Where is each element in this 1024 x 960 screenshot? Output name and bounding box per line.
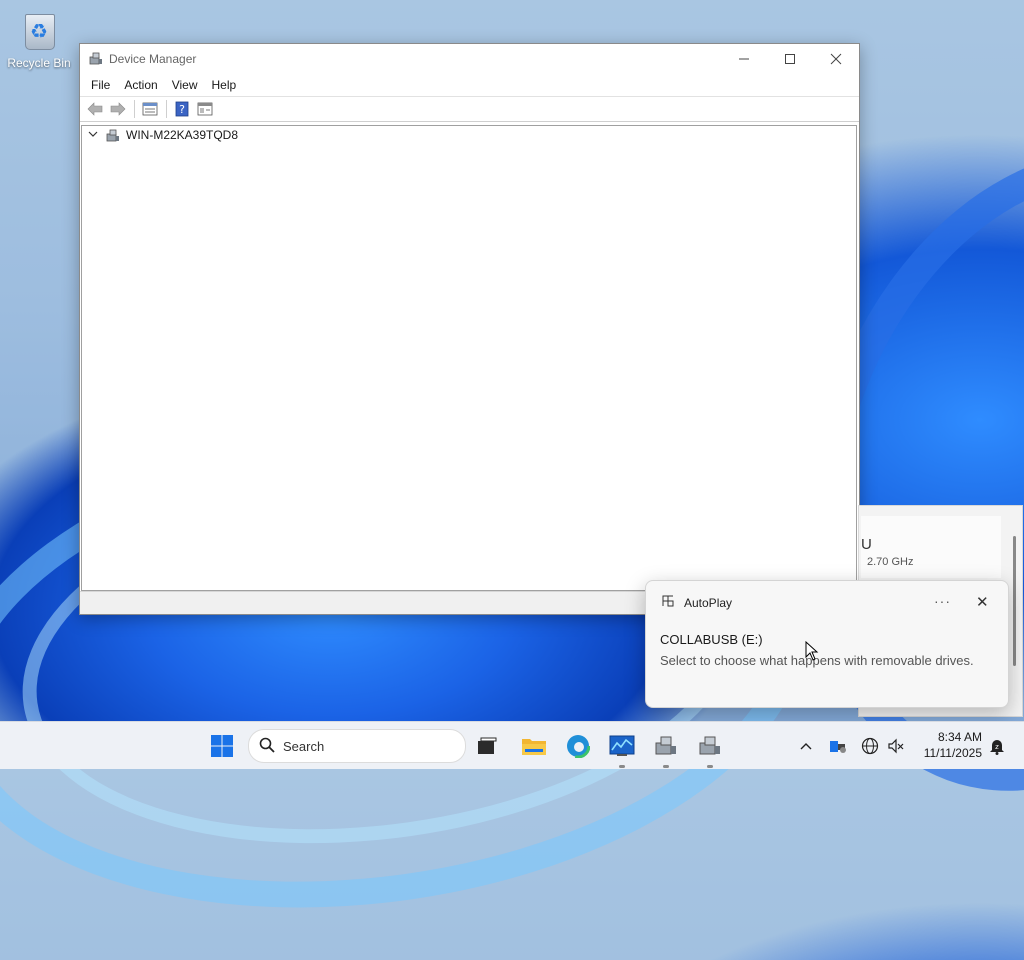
minimize-button[interactable]	[721, 44, 767, 74]
search-icon	[259, 737, 275, 756]
taskbar: Search 8:34 AM 11/11/2025 z	[0, 721, 1024, 769]
properties-icon	[142, 102, 158, 116]
forward-arrow-icon	[110, 102, 126, 116]
folder-icon	[522, 739, 546, 755]
chevron-down-icon[interactable]	[88, 129, 100, 142]
menu-help[interactable]: Help	[205, 74, 244, 96]
toolbar-separator	[166, 100, 167, 118]
recycle-bin-label: Recycle Bin	[7, 56, 71, 70]
menu-file[interactable]: File	[84, 74, 117, 96]
windows-logo-icon	[211, 735, 233, 757]
recycle-bin-shortcut[interactable]: Recycle Bin	[6, 8, 72, 70]
tray-usb-button[interactable]	[822, 730, 854, 762]
speaker-muted-icon	[888, 738, 904, 754]
tree-root-label: WIN-M22KA39TQD8	[126, 128, 239, 142]
back-arrow-icon	[87, 102, 103, 116]
autoplay-notification[interactable]: AutoPlay ··· ✕ COLLABUSB (E:) Select to …	[645, 580, 1009, 708]
task-view-button[interactable]	[471, 730, 503, 762]
window-title: Device Manager	[109, 52, 197, 66]
performance-monitor-button[interactable]	[606, 730, 638, 768]
menu-view[interactable]: View	[165, 74, 205, 96]
svg-text:z: z	[995, 743, 999, 751]
svg-text:?: ?	[179, 103, 185, 116]
title-bar[interactable]: Device Manager	[80, 44, 859, 74]
edge-browser-button[interactable]	[562, 730, 594, 762]
device-tree[interactable]: WIN-M22KA39TQD8	[81, 125, 857, 591]
toast-body: Select to choose what happens with remov…	[660, 653, 974, 668]
tree-root-row[interactable]: WIN-M22KA39TQD8	[82, 126, 856, 144]
computer-icon	[106, 129, 120, 142]
recycle-bin-icon	[19, 8, 59, 52]
chevron-up-icon	[800, 743, 812, 750]
show-hidden-button[interactable]	[194, 99, 216, 119]
toast-app-name: AutoPlay	[684, 595, 733, 610]
help-button[interactable]: ?	[171, 99, 193, 119]
usb-drive-icon	[830, 741, 846, 753]
notification-bell-icon: z	[990, 740, 1004, 755]
clock-time: 8:34 AM	[937, 730, 982, 744]
show-hidden-icons-button[interactable]	[790, 730, 822, 762]
toast-header: AutoPlay	[662, 595, 732, 610]
cpu-speed: 2.70 GHz	[867, 556, 914, 568]
volume-button[interactable]	[880, 730, 912, 762]
toolbar: ?	[80, 96, 859, 122]
toolbar-separator	[134, 100, 135, 118]
properties-button[interactable]	[139, 99, 161, 119]
notifications-button[interactable]: z	[981, 730, 1013, 762]
taskbar-search[interactable]: Search	[248, 729, 466, 763]
cpu-card[interactable]: U 2.70 GHz	[861, 516, 1001, 578]
back-button[interactable]	[84, 99, 106, 119]
maximize-icon	[785, 54, 795, 64]
computer-management-icon	[699, 736, 720, 755]
computer-management-task-button[interactable]	[694, 730, 726, 768]
file-explorer-button[interactable]	[518, 730, 550, 762]
task-view-icon	[478, 737, 497, 754]
close-button[interactable]	[813, 44, 859, 74]
device-manager-window: Device Manager File Action View Help ? W…	[79, 43, 860, 615]
clock-date: 11/11/2025	[923, 746, 982, 760]
maximize-button[interactable]	[767, 44, 813, 74]
minimize-icon	[739, 58, 749, 60]
device-manager-task-button[interactable]	[650, 730, 682, 768]
toast-title: COLLABUSB (E:)	[660, 632, 763, 647]
forward-button[interactable]	[107, 99, 129, 119]
more-options-button[interactable]: ···	[934, 593, 951, 609]
toast-close-button[interactable]: ✕	[976, 593, 989, 611]
console-tree-icon	[197, 102, 213, 116]
clock[interactable]: 8:34 AM 11/11/2025	[912, 729, 982, 761]
monitor-chart-icon	[609, 735, 635, 756]
cpu-label: U	[861, 536, 872, 553]
menu-action[interactable]: Action	[117, 74, 164, 96]
start-button[interactable]	[206, 730, 238, 762]
menu-bar: File Action View Help	[80, 74, 859, 96]
panel-scrollbar[interactable]	[1013, 536, 1016, 666]
edge-icon	[566, 734, 590, 758]
device-manager-icon	[655, 736, 676, 755]
close-icon	[830, 53, 842, 65]
search-label: Search	[283, 738, 325, 754]
help-icon: ?	[175, 101, 189, 117]
device-manager-icon	[89, 52, 103, 66]
autoplay-icon	[662, 595, 674, 610]
globe-icon	[861, 737, 879, 755]
